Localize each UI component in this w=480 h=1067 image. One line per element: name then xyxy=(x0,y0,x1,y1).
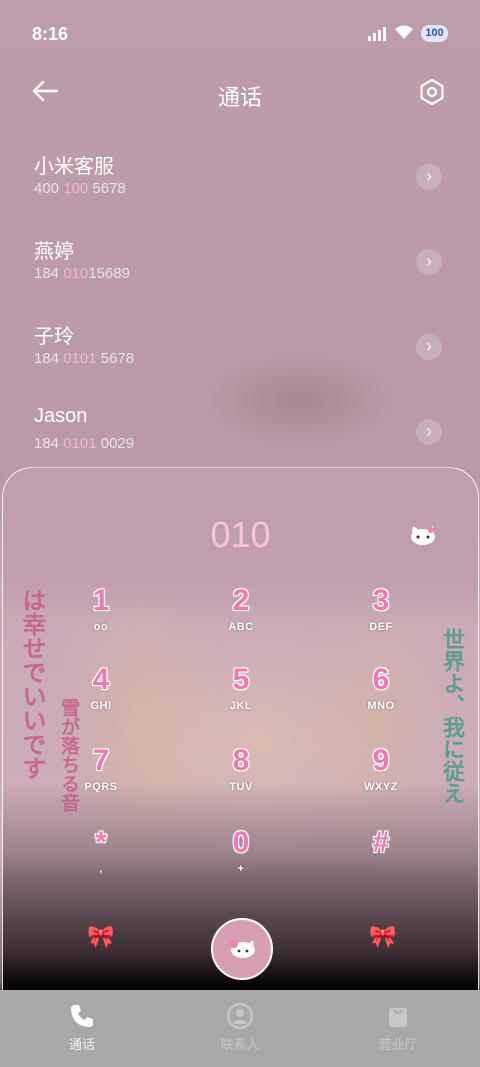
contact-number: 184 0101 5678 xyxy=(34,350,135,367)
key-2[interactable]: 2 ABC xyxy=(196,583,286,655)
status-bar: 8:16 100 xyxy=(0,0,480,66)
delete-bow-icon[interactable]: 🎀 xyxy=(369,924,396,950)
dialpad-panel: は幸せでいいです 雪が落ちる音 世界よ、我に従え 010 1 ᴏᴏ 2 ABC 3D… xyxy=(2,467,479,991)
store-icon xyxy=(348,1002,448,1030)
key-1[interactable]: 1 ᴏᴏ xyxy=(56,583,146,655)
tab-store[interactable]: 营业厅 xyxy=(348,1002,448,1053)
signal-icon xyxy=(368,27,388,41)
call-log-list: 小米客服 400 100 5678 › 燕婷 184 01015689 › 子玲… xyxy=(0,140,480,480)
battery-icon: 100 xyxy=(421,25,448,42)
wallpaper-text: 世界よ、我に従え xyxy=(440,628,465,804)
tab-label: 营业厅 xyxy=(378,1037,418,1052)
chevron-right-icon[interactable]: › xyxy=(416,249,442,275)
key-3[interactable]: 3 DEF xyxy=(336,583,426,655)
contact-number: 400 100 5678 xyxy=(34,180,126,197)
key-8[interactable]: 8 TUV xyxy=(196,743,286,815)
contact-name: 燕婷 xyxy=(34,241,74,263)
contact-icon xyxy=(190,1002,290,1030)
call-log-row[interactable]: 子玲 184 0101 5678 › xyxy=(0,310,480,395)
collapse-bow-icon[interactable]: 🎀 xyxy=(87,924,114,950)
wifi-icon xyxy=(394,24,414,45)
bottom-navigation: 通话 联系人 营业厅 xyxy=(0,990,480,1067)
tab-calls[interactable]: 通话 xyxy=(32,1002,132,1053)
contact-number: 184 0101 0029 xyxy=(34,435,135,452)
call-button[interactable] xyxy=(211,918,273,980)
chevron-right-icon[interactable]: › xyxy=(416,164,442,190)
key-5[interactable]: 5 JKL xyxy=(196,662,286,734)
tab-label: 联系人 xyxy=(220,1037,260,1052)
contact-name: 小米客服 xyxy=(34,156,114,178)
key-0[interactable]: 0 + xyxy=(196,825,286,897)
phone-icon xyxy=(32,1002,132,1030)
wallpaper-text: は幸せでいいです xyxy=(18,588,45,780)
app-header: 通话 xyxy=(0,66,480,124)
key-hash[interactable]: # xyxy=(336,825,426,897)
dialed-number: 010 xyxy=(210,514,271,555)
contact-name: Jason xyxy=(34,405,88,427)
page-title: 通话 xyxy=(217,85,262,110)
contact-number: 184 01015689 xyxy=(34,265,130,282)
kitty-icon[interactable] xyxy=(409,525,437,545)
contact-name: 子玲 xyxy=(34,326,74,348)
tab-contacts[interactable]: 联系人 xyxy=(190,1002,290,1053)
key-7[interactable]: 7 PQRS xyxy=(56,743,146,815)
status-time: 8:16 xyxy=(32,24,69,44)
chevron-right-icon[interactable]: › xyxy=(416,419,442,445)
chevron-right-icon[interactable]: › xyxy=(416,334,442,360)
key-6[interactable]: 6 MNO xyxy=(336,662,426,734)
key-4[interactable]: 4 GHI xyxy=(56,662,146,734)
call-log-row[interactable]: 小米客服 400 100 5678 › xyxy=(0,140,480,225)
settings-gear-icon[interactable] xyxy=(418,78,446,106)
tab-label: 通话 xyxy=(68,1037,95,1052)
key-9[interactable]: 9 WXYZ xyxy=(336,743,426,815)
key-star[interactable]: *, xyxy=(56,825,146,897)
call-log-row[interactable]: 燕婷 184 01015689 › xyxy=(0,225,480,310)
